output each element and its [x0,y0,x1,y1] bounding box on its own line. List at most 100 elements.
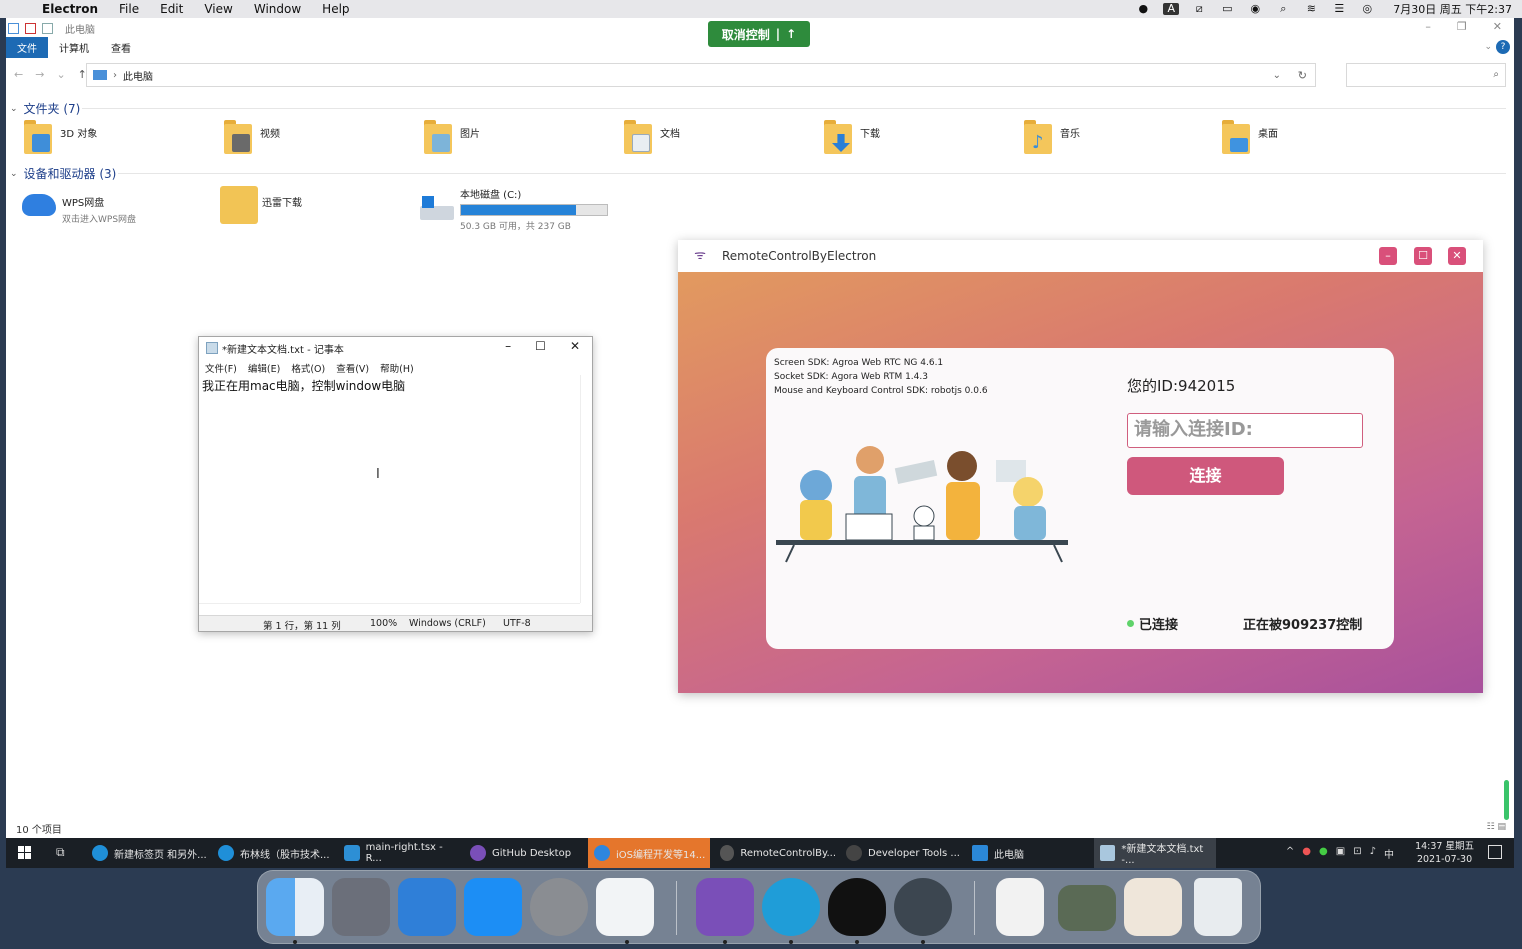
notepad-text-area[interactable]: 我正在用mac电脑，控制window电脑 [202,377,577,601]
taskbar-item-devtools[interactable]: Developer Tools ... [840,838,962,868]
menu-app-name[interactable]: Electron [42,2,98,16]
action-center-icon[interactable] [1488,845,1502,859]
tray-expand-icon[interactable]: ^ [1286,846,1294,861]
taskbar-item-ios-dev[interactable]: iOS编程开发等14... [588,838,710,868]
user-icon[interactable]: ◉ [1247,3,1263,15]
github-desktop-icon[interactable] [696,878,754,936]
battery-icon[interactable]: ▭ [1219,3,1235,15]
menu-help[interactable]: Help [322,2,349,16]
xcode-icon[interactable] [398,878,456,936]
minimize-button[interactable]: – [1379,247,1397,265]
connect-button[interactable]: 连接 [1127,457,1284,495]
task-view-icon[interactable]: ⧉ [56,845,65,860]
search-input[interactable]: ⌕ [1346,63,1506,87]
new-folder-icon[interactable] [42,22,53,34]
recent-icon[interactable]: ⌄ [56,68,65,81]
properties-icon[interactable] [25,22,36,34]
menu-edit[interactable]: Edit [160,2,183,16]
finder-icon[interactable] [266,878,324,936]
menu-format[interactable]: 格式(O) [291,361,325,375]
refresh-icon[interactable]: ↻ [1298,69,1307,82]
launchpad-icon[interactable] [332,878,390,936]
taskbar-item-vscode[interactable]: main-right.tsx - R... [338,838,460,868]
remote-titlebar[interactable]: ᯤ RemoteControlByElectron – ☐ ✕ [678,240,1483,272]
spotlight-search-icon[interactable]: ⌕ [1275,3,1291,15]
devices-group-header[interactable]: ⌄ 设备和驱动器 (3) [10,165,116,182]
tray-app-icon[interactable]: ● [1302,846,1311,861]
wifi-icon[interactable]: ≋ [1303,3,1319,15]
menu-file[interactable]: File [119,2,139,16]
taskbar-item-github-desktop[interactable]: GitHub Desktop [464,838,586,868]
help-icon[interactable]: ? [1496,40,1510,54]
menubar-clock[interactable]: 7月30日 周五 下午2:37 [1393,1,1512,17]
folder-desktop[interactable]: 桌面 [1222,120,1278,156]
menu-view[interactable]: 查看(V) [336,361,369,375]
zip-archive-icon[interactable] [996,878,1044,936]
folder-documents[interactable]: 文档 [624,120,680,156]
app-store-icon[interactable] [464,878,522,936]
vertical-scrollbar[interactable] [580,375,592,603]
ribbon-expand-icon[interactable]: ⌄ [1484,42,1492,52]
connect-id-input[interactable]: 请输入连接ID: [1127,413,1363,448]
close-icon[interactable]: ✕ [570,339,580,353]
address-dropdown-icon[interactable]: ⌄ [1273,70,1281,81]
scroll-indicator[interactable] [1504,780,1509,820]
address-bar[interactable]: › 此电脑 ⌄ ↻ [86,63,1316,87]
qq-icon[interactable] [828,878,886,936]
restore-icon[interactable]: ❐ [1457,20,1467,33]
document-thumbnail-icon[interactable] [1124,878,1182,936]
screen-mirror-icon[interactable]: ⧄ [1191,3,1207,15]
input-source-icon[interactable]: A [1163,3,1180,15]
edge-icon[interactable] [762,878,820,936]
control-center-icon[interactable]: ☰ [1331,3,1347,15]
folder-downloads[interactable]: 下载 [824,120,880,156]
trash-icon[interactable] [1194,878,1242,936]
taskbar-item-remote-control[interactable]: RemoteControlBy... [714,838,836,868]
folder-3d-objects[interactable]: 3D 对象 [24,120,97,156]
notepad-titlebar[interactable]: *新建文本文档.txt - 记事本 – ☐ ✕ [199,337,592,359]
tab-file[interactable]: 文件 [6,37,48,58]
menu-help[interactable]: 帮助(H) [380,361,414,375]
close-icon[interactable]: ✕ [1493,20,1502,33]
breadcrumb[interactable]: 此电脑 [123,68,153,83]
electron-icon[interactable] [894,878,952,936]
taskbar-item-this-pc[interactable]: 此电脑 [966,838,1088,868]
collapse-chevron-icon[interactable]: ⌄ [10,104,18,114]
ime-indicator[interactable]: 中 [1384,846,1394,861]
horizontal-scrollbar[interactable] [199,603,580,615]
wps-drive[interactable]: WPS网盘 双击进入WPS网盘 [22,184,136,228]
volume-icon[interactable]: ♪ [1370,846,1376,861]
maximize-button[interactable]: ☐ [1414,247,1432,265]
menu-edit[interactable]: 编辑(E) [248,361,280,375]
quick-access-icon[interactable] [8,22,19,34]
folders-group-header[interactable]: ⌄ 文件夹 (7) [10,100,80,117]
system-preferences-icon[interactable] [530,878,588,936]
folder-videos[interactable]: 视频 [224,120,280,156]
taskbar-clock[interactable]: 14:37 星期五 2021-07-30 [1415,840,1474,866]
breadcrumb-chevron-icon[interactable]: › [113,70,117,81]
menu-file[interactable]: 文件(F) [205,361,237,375]
taskbar-item-notepad[interactable]: *新建文本文档.txt -... [1094,838,1216,868]
windows-start-icon[interactable] [18,846,32,860]
vscode-icon[interactable] [596,878,654,936]
screenshot-thumbnail-icon[interactable] [1058,885,1116,931]
taskbar-item-edge-2[interactable]: 布林线（股市技术... [212,838,334,868]
wechat-icon[interactable]: ● [1319,846,1328,861]
collapse-chevron-icon[interactable]: ⌄ [10,169,18,179]
menu-view[interactable]: View [204,2,232,16]
minimize-icon[interactable]: – [1425,20,1431,33]
local-disk-c[interactable]: 本地磁盘 (C:) 50.3 GB 可用，共 237 GB [420,186,608,232]
xunlei-drive[interactable]: 迅雷下载 [220,184,302,228]
network-icon[interactable]: ⊡ [1353,846,1361,861]
view-mode-icons[interactable]: ☷ ▤ [1487,822,1506,832]
tab-view[interactable]: 查看 [100,37,142,58]
notification-bell-icon[interactable]: ● [1135,3,1151,15]
taskbar-item-edge-1[interactable]: 新建标签页 和另外... [86,838,208,868]
folder-pictures[interactable]: 图片 [424,120,480,156]
menu-window[interactable]: Window [254,2,301,16]
close-button[interactable]: ✕ [1448,247,1466,265]
minimize-icon[interactable]: – [505,339,511,353]
folder-music[interactable]: ♪ 音乐 [1024,120,1080,156]
tray-app-icon[interactable]: ▣ [1336,846,1345,861]
back-icon[interactable]: ← [14,68,23,81]
